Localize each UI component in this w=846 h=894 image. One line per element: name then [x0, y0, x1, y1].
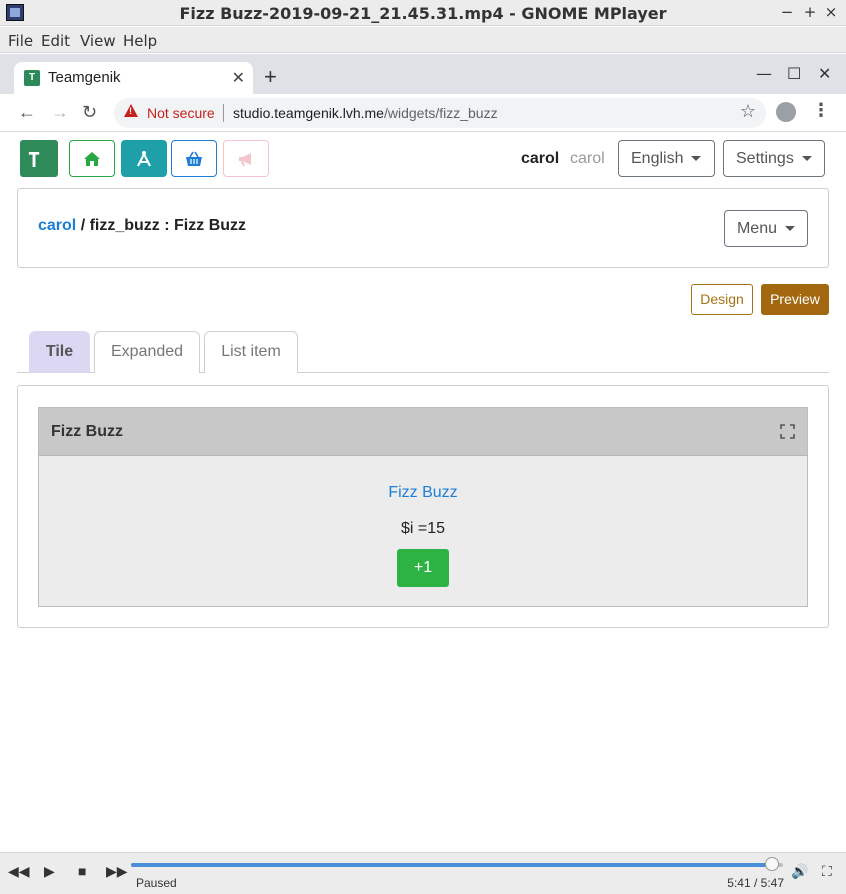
teamgenik-logo-icon: T: [28, 148, 41, 172]
new-tab-button[interactable]: +: [264, 64, 277, 90]
bookmark-star-icon[interactable]: ☆: [740, 101, 756, 122]
rewind-icon[interactable]: ◀◀: [8, 863, 30, 880]
increment-button[interactable]: +1: [397, 549, 449, 587]
language-label: English: [631, 150, 684, 167]
settings-label: Settings: [736, 150, 794, 167]
current-user-handle: carol: [570, 150, 605, 167]
browser-tab-title: Teamgenik: [48, 69, 121, 86]
fast-forward-icon[interactable]: ▶▶: [106, 863, 128, 880]
megaphone-icon: [239, 153, 251, 167]
teamgenik-logo-button[interactable]: T: [20, 140, 58, 177]
widget-preview-card: Fizz Buzz Fizz Buzz $i =15 +1: [17, 385, 829, 628]
menubar: File Edit View Help: [0, 27, 846, 53]
browser-close-icon[interactable]: ✕: [818, 64, 831, 83]
url-host: studio.teamgenik.lvh.me: [233, 105, 384, 121]
page-content: T carol carol English Settings carol / f…: [0, 132, 846, 852]
browser-maximize-icon[interactable]: ☐: [787, 64, 801, 83]
breadcrumb-card: carol / fizz_buzz : Fizz Buzz Menu: [17, 188, 829, 268]
player-controls: ◀◀ ▶ ■ ▶▶ 🔊 ⛶ Paused 5:41 / 5:47: [0, 852, 846, 894]
menu-edit[interactable]: Edit: [41, 32, 70, 50]
app-builder-button[interactable]: [121, 140, 167, 177]
chevron-down-icon: [691, 156, 702, 162]
widget-menu-dropdown[interactable]: Menu: [723, 210, 808, 247]
minimize-window-button[interactable]: −: [778, 3, 796, 21]
reload-icon[interactable]: ↻: [82, 102, 97, 123]
counter-value: $i =15: [400, 520, 446, 537]
tab-tile[interactable]: Tile: [29, 331, 90, 373]
window-titlebar: Fizz Buzz-2019-09-21_21.45.31.mp4 - GNOM…: [0, 0, 846, 26]
basket-icon: [186, 151, 202, 166]
teamgenik-favicon-icon: T: [24, 70, 40, 86]
browser-toolbar: ← → ↻ Not secure studio.teamgenik.lvh.me…: [0, 94, 846, 132]
widget-title: Fizz Buzz: [51, 423, 123, 440]
browser-menu-kebab-icon[interactable]: ⋮: [812, 100, 830, 121]
compass-drafting-icon: [137, 151, 151, 167]
chevron-down-icon: [801, 156, 812, 162]
announcements-button[interactable]: [223, 140, 269, 177]
expand-icon[interactable]: [780, 424, 795, 439]
home-button[interactable]: [69, 140, 115, 177]
address-divider: [223, 104, 224, 122]
play-icon[interactable]: ▶: [44, 863, 55, 880]
tab-list-item[interactable]: List item: [204, 331, 298, 373]
home-icon: [84, 152, 100, 166]
warning-triangle-icon: [124, 104, 138, 117]
basket-button[interactable]: [171, 140, 217, 177]
volume-icon[interactable]: 🔊: [791, 863, 808, 880]
browser-tab-teamgenik[interactable]: T Teamgenik ✕: [14, 62, 253, 94]
breadcrumb-widget-path: / fizz_buzz : Fizz Buzz: [76, 217, 247, 234]
not-secure-label[interactable]: Not secure: [147, 105, 215, 121]
breadcrumb: carol / fizz_buzz : Fizz Buzz: [38, 217, 246, 235]
current-user-name[interactable]: carol: [521, 150, 559, 168]
chevron-down-icon: [785, 226, 795, 232]
back-arrow-icon[interactable]: ←: [18, 102, 36, 123]
design-button[interactable]: Design: [691, 284, 753, 315]
language-dropdown[interactable]: English: [618, 140, 715, 177]
settings-dropdown[interactable]: Settings: [723, 140, 825, 177]
browser-minimize-icon[interactable]: —: [756, 64, 772, 83]
seek-bar[interactable]: [131, 857, 783, 871]
fizz-buzz-widget-tile: Fizz Buzz Fizz Buzz $i =15 +1: [38, 407, 808, 607]
maximize-window-button[interactable]: +: [801, 3, 819, 21]
window-title: Fizz Buzz-2019-09-21_21.45.31.mp4 - GNOM…: [179, 4, 667, 23]
breadcrumb-owner-link[interactable]: carol: [38, 217, 76, 234]
menu-view[interactable]: View: [80, 32, 116, 50]
fullscreen-icon[interactable]: ⛶: [822, 863, 832, 880]
menu-label: Menu: [736, 220, 777, 237]
seek-bar-handle[interactable]: [764, 857, 779, 871]
url-text[interactable]: studio.teamgenik.lvh.me/widgets/fizz_buz…: [233, 105, 498, 121]
preview-button[interactable]: Preview: [761, 284, 829, 315]
menu-file[interactable]: File: [8, 32, 33, 50]
widget-header: Fizz Buzz: [39, 408, 807, 456]
menu-help[interactable]: Help: [123, 32, 157, 50]
tab-expanded[interactable]: Expanded: [94, 331, 200, 373]
address-bar[interactable]: Not secure studio.teamgenik.lvh.me/widge…: [114, 98, 766, 128]
url-path: /widgets/fizz_buzz: [383, 105, 498, 121]
playback-status: Paused: [136, 876, 177, 890]
close-tab-icon[interactable]: ✕: [232, 68, 245, 88]
seek-bar-fill: [131, 863, 772, 867]
forward-arrow-icon[interactable]: →: [51, 102, 69, 123]
playback-time: 5:41 / 5:47: [727, 876, 784, 890]
stop-icon[interactable]: ■: [78, 863, 86, 879]
browser-tabstrip: T Teamgenik ✕ + — ☐ ✕: [0, 54, 846, 94]
fizz-buzz-link[interactable]: Fizz Buzz: [39, 484, 807, 502]
close-window-button[interactable]: ×: [822, 3, 840, 21]
profile-avatar-icon[interactable]: [776, 102, 796, 122]
